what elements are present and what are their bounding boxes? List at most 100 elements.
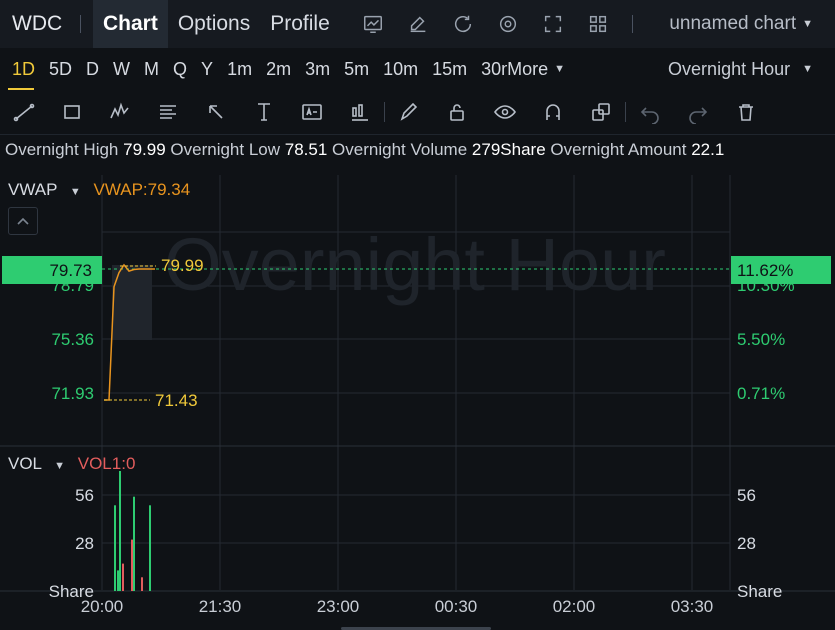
rectangle-icon[interactable]	[48, 90, 96, 134]
eye-icon[interactable]	[481, 90, 529, 134]
pattern-icon[interactable]	[96, 90, 144, 134]
period-30m[interactable]: 30m	[474, 48, 507, 90]
more-label: More	[507, 58, 549, 79]
collapse-pane-button[interactable]	[8, 207, 38, 235]
volume-bar	[141, 577, 143, 591]
overnight-low-label: Overnight Low	[170, 140, 281, 159]
volume-bar	[119, 471, 121, 591]
volume-tick-left: 56	[75, 486, 94, 505]
price-range-icon[interactable]	[240, 90, 288, 134]
edit-icon[interactable]	[406, 12, 430, 36]
period-m[interactable]: M	[137, 48, 166, 90]
time-tick: 20:00	[81, 597, 124, 616]
volume-tick-right: Share	[737, 582, 782, 601]
pen-icon[interactable]	[385, 90, 433, 134]
chevron-down-icon: ▼	[802, 63, 813, 75]
vol-label: VOL	[8, 454, 42, 473]
overnight-high-value: 79.99	[123, 140, 166, 159]
price-chart-svg[interactable]: Overnight Hour 79.99 71.43 78.79 75.36 7…	[0, 170, 835, 630]
overnight-info-bar: Overnight High 79.99 Overnight Low 78.51…	[0, 140, 835, 168]
volume-bar	[133, 496, 135, 591]
grid-layout-icon[interactable]	[586, 12, 610, 36]
period-10m[interactable]: 10m	[376, 48, 425, 90]
time-tick: 02:00	[553, 597, 596, 616]
trash-icon[interactable]	[722, 90, 770, 134]
current-percent-value: 11.62%	[737, 261, 793, 280]
period-3m[interactable]: 3m	[298, 48, 337, 90]
lock-icon[interactable]	[433, 90, 481, 134]
period-y[interactable]: Y	[194, 48, 220, 90]
tab-profile[interactable]: Profile	[260, 0, 340, 48]
candle-icon[interactable]	[336, 90, 384, 134]
vwap-indicator-selector[interactable]: VWAP ▼ VWAP:79.34	[8, 180, 190, 200]
chevron-down-icon: ▼	[69, 186, 81, 198]
volume-bar	[117, 570, 119, 591]
period-bar: 1D 5D D W M Q Y 1m 2m 3m 5m 10m 15m 30 m …	[0, 48, 835, 90]
volume-bar	[149, 505, 151, 591]
period-w[interactable]: W	[106, 48, 137, 90]
overnight-volume-label: Overnight Volume	[332, 140, 468, 159]
ticker-symbol[interactable]: WDC	[0, 12, 80, 36]
vol-indicator-selector[interactable]: VOL ▼ VOL1:0	[8, 454, 135, 474]
arrow-icon[interactable]	[192, 90, 240, 134]
percent-tick-right: 0.71%	[737, 384, 785, 403]
overnight-low-value: 78.51	[284, 140, 328, 159]
chevron-up-icon	[17, 217, 29, 225]
volume-tick-left: 28	[75, 534, 94, 553]
drawing-toolbar	[0, 90, 835, 135]
price-tick-left: 75.36	[51, 330, 94, 349]
time-tick: 23:00	[317, 597, 360, 616]
redo-icon[interactable]	[674, 90, 722, 134]
magnet-icon[interactable]	[529, 90, 577, 134]
period-5d[interactable]: 5D	[42, 48, 79, 90]
chart-area[interactable]: Overnight Hour 79.99 71.43 78.79 75.36 7…	[0, 170, 835, 630]
high-marker-label: 79.99	[161, 256, 204, 275]
volume-tick-right: 56	[737, 486, 756, 505]
layers-icon[interactable]	[577, 90, 625, 134]
volume-tick-right: 28	[737, 534, 756, 553]
chevron-down-icon: ▼	[54, 460, 66, 472]
period-q[interactable]: Q	[166, 48, 194, 90]
tab-chart[interactable]: Chart	[93, 0, 168, 48]
time-tick: 00:30	[435, 597, 478, 616]
fullscreen-icon[interactable]	[541, 12, 565, 36]
period-2m[interactable]: 2m	[259, 48, 298, 90]
text-note-icon[interactable]	[288, 90, 336, 134]
divider	[80, 15, 81, 33]
watermark-text: Overnight Hour	[164, 223, 666, 306]
percent-tick-right: 5.50%	[737, 330, 785, 349]
session-selector[interactable]: Overnight Hour ▼	[668, 59, 835, 80]
time-tick: 21:30	[199, 597, 242, 616]
vwap-label: VWAP	[8, 180, 58, 199]
current-price-value: 79.73	[49, 261, 92, 280]
trend-line-icon[interactable]	[0, 90, 48, 134]
refresh-icon[interactable]	[451, 12, 475, 36]
low-marker-label: 71.43	[155, 391, 198, 410]
chart-name-selector[interactable]: unnamed chart ▼	[669, 13, 835, 35]
settings-icon[interactable]	[496, 12, 520, 36]
chart-line-icon[interactable]	[361, 12, 385, 36]
undo-icon[interactable]	[626, 90, 674, 134]
overnight-amount-label: Overnight Amount	[550, 140, 687, 159]
overnight-volume-value: 279Share	[471, 140, 546, 159]
fib-icon[interactable]	[144, 90, 192, 134]
chart-name-label: unnamed chart	[669, 13, 797, 34]
chevron-down-icon: ▼	[554, 63, 566, 75]
overnight-amount-value: 22.1	[691, 140, 725, 159]
chevron-down-icon: ▼	[802, 18, 813, 30]
period-d[interactable]: D	[79, 48, 106, 90]
price-tick-left: 71.93	[51, 384, 94, 403]
period-1m[interactable]: 1m	[220, 48, 259, 90]
vol-value: VOL1:0	[77, 454, 136, 473]
period-5m[interactable]: 5m	[337, 48, 376, 90]
tab-options[interactable]: Options	[168, 0, 260, 48]
top-bar: WDC Chart Options Profile unnamed chart …	[0, 0, 835, 48]
time-tick: 03:30	[671, 597, 714, 616]
volume-bar	[122, 563, 124, 591]
volume-bars	[114, 471, 151, 591]
vwap-value: VWAP:79.34	[93, 180, 191, 199]
period-15m[interactable]: 15m	[425, 48, 474, 90]
period-1d[interactable]: 1D	[0, 48, 42, 90]
overnight-high-label: Overnight High	[5, 140, 119, 159]
more-periods-button[interactable]: More ▼	[507, 59, 565, 80]
